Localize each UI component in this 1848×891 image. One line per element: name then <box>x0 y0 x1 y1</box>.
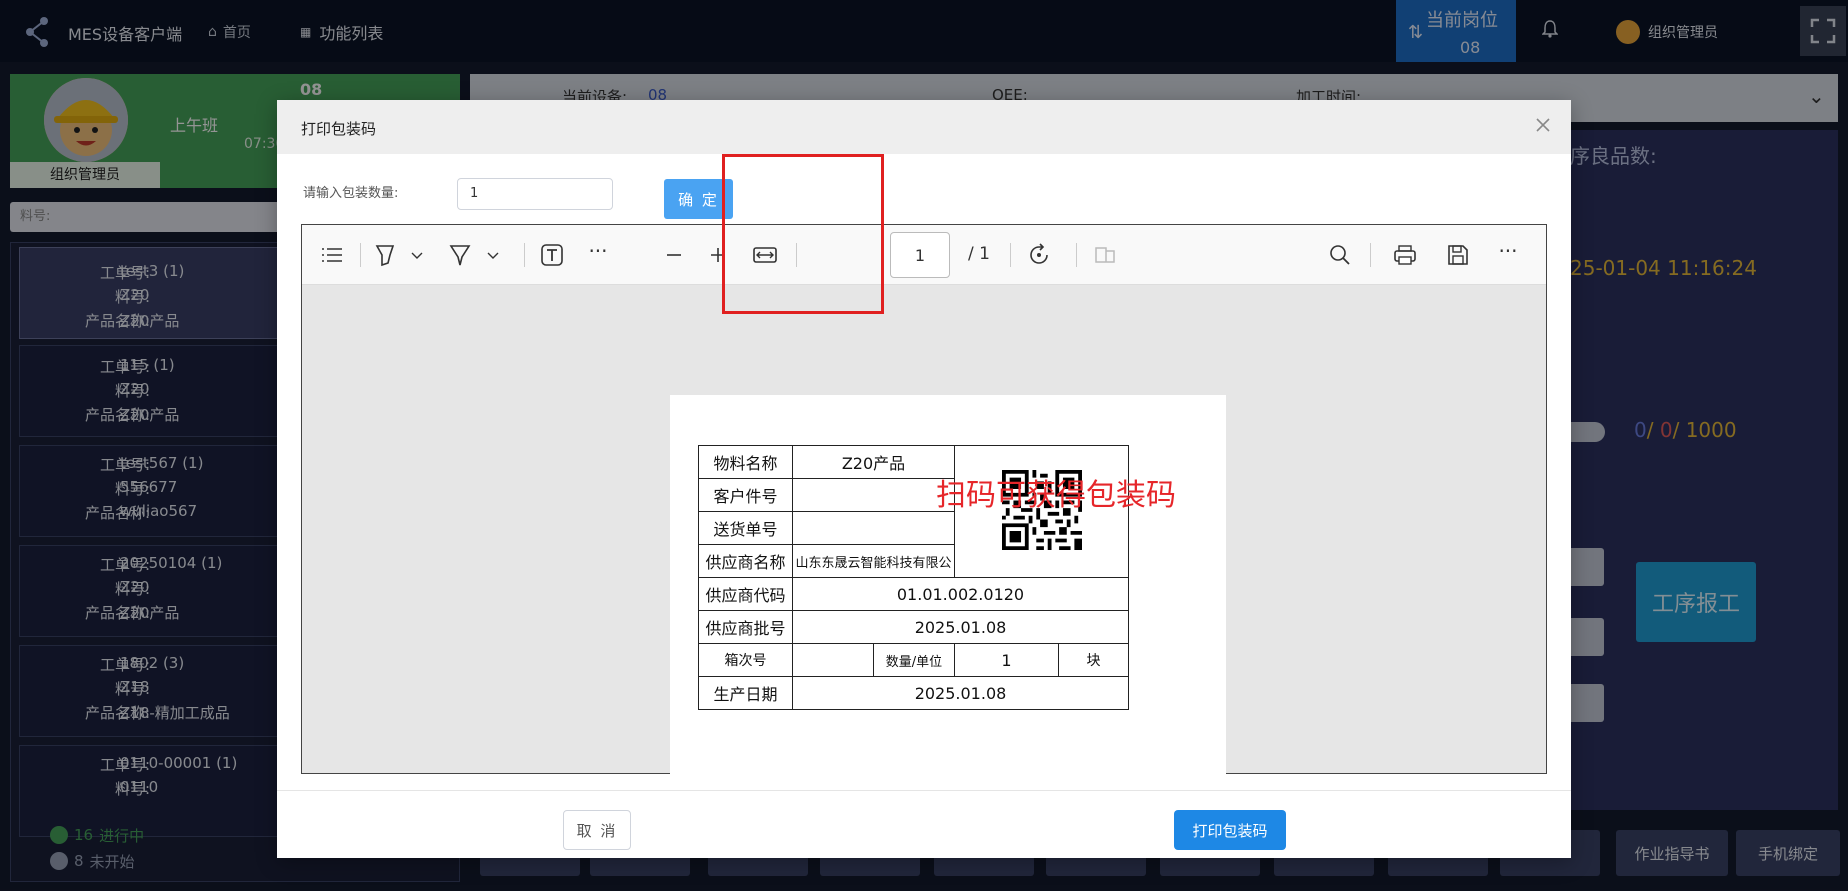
qr-highlight-box <box>722 154 884 314</box>
more-options-icon[interactable]: ··· <box>1496 237 1520 265</box>
label-key: 供应商批号 <box>698 610 793 644</box>
quantity-label: 请输入包装数量: <box>303 186 399 201</box>
cancel-button[interactable]: 取 消 <box>563 810 631 850</box>
label-value <box>792 478 955 512</box>
save-icon[interactable] <box>1446 241 1470 269</box>
print-package-code-button[interactable]: 打印包装码 <box>1174 810 1286 850</box>
highlight-icon[interactable] <box>374 241 396 269</box>
quantity-input[interactable]: 1 <box>457 178 613 210</box>
more-tools-icon[interactable]: ··· <box>586 237 610 265</box>
draw-icon[interactable] <box>448 241 472 269</box>
dialog-header: 打印包装码 <box>277 100 1571 154</box>
label-value: 2025.01.08 <box>792 676 1129 710</box>
label-value: 1 <box>954 643 1059 677</box>
label-key: 供应商名称 <box>698 544 793 578</box>
page-total: / 1 <box>968 244 990 264</box>
label-value: 2025.01.08 <box>792 610 1129 644</box>
close-icon[interactable] <box>1534 116 1552 134</box>
print-icon[interactable] <box>1392 241 1418 269</box>
label-value: 山东东晟云智能科技有限公 <box>792 544 955 578</box>
page-number-input[interactable]: 1 <box>890 232 950 278</box>
label-key: 物料名称 <box>698 445 793 479</box>
pdf-toolbar: ··· 1 / 1 ··· <box>302 225 1546 285</box>
text-icon[interactable] <box>540 241 564 269</box>
label-value: 块 <box>1058 643 1129 677</box>
label-key: 送货单号 <box>698 511 793 545</box>
label-value <box>792 643 874 677</box>
label-value: Z20产品 <box>792 445 955 479</box>
chevron-down-icon[interactable] <box>486 241 500 269</box>
dialog-footer-divider <box>277 790 1571 791</box>
label-value: 01.01.002.0120 <box>792 577 1129 611</box>
chevron-down-icon[interactable] <box>410 241 424 269</box>
pdf-viewer: ··· 1 / 1 ··· 物料名称 Z20产品 客户件号 送货单号 供应商名称… <box>301 224 1547 787</box>
rotate-icon[interactable] <box>1026 241 1052 269</box>
label-key: 数量/单位 <box>873 643 955 677</box>
label-key: 供应商代码 <box>698 577 793 611</box>
label-page: 物料名称 Z20产品 客户件号 送货单号 供应商名称 山东东晟云智能科技有限公 … <box>670 395 1226 787</box>
label-key: 箱次号 <box>698 643 793 677</box>
label-key: 客户件号 <box>698 478 793 512</box>
label-key: 生产日期 <box>698 676 793 710</box>
label-value <box>792 511 955 545</box>
print-package-code-dialog: 打印包装码 请输入包装数量: 1 确 定 ··· 1 / 1 ··· 物料名称 … <box>277 100 1571 858</box>
outline-icon[interactable] <box>320 241 344 269</box>
zoom-out-icon[interactable] <box>664 241 684 269</box>
scan-note: 扫码可获得包装码 <box>936 478 1176 513</box>
dialog-title: 打印包装码 <box>301 120 377 138</box>
page-view-icon[interactable] <box>1092 241 1118 269</box>
search-icon[interactable] <box>1328 241 1352 269</box>
